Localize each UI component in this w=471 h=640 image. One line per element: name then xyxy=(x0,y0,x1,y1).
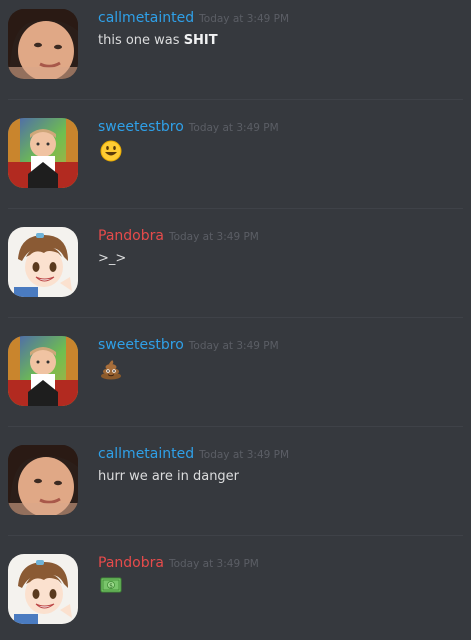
message: Pandobra Today at 3:49 PM >_> xyxy=(0,218,471,327)
dollar-bill-emoji: $ xyxy=(100,576,122,598)
message: sweetestbro Today at 3:49 PM xyxy=(0,327,471,436)
message: callmetainted Today at 3:49 PM hurr we ar… xyxy=(0,436,471,545)
bold-text: SHIT xyxy=(183,33,218,48)
user-avatar[interactable] xyxy=(8,445,78,515)
timestamp: Today at 3:49 PM xyxy=(188,122,279,134)
message-divider xyxy=(8,99,463,100)
message: callmetainted Today at 3:49 PM this one w… xyxy=(0,0,471,109)
message-divider xyxy=(8,317,463,318)
user-avatar[interactable] xyxy=(8,336,78,406)
message-text: hurr we are in danger xyxy=(98,469,240,484)
user-avatar[interactable] xyxy=(8,554,78,624)
user-avatar[interactable] xyxy=(8,9,78,79)
timestamp: Today at 3:49 PM xyxy=(168,558,259,570)
username[interactable]: sweetestbro xyxy=(98,119,184,135)
username[interactable]: Pandobra xyxy=(98,228,164,244)
message-divider xyxy=(8,426,463,427)
message-text: >_> xyxy=(98,251,127,266)
message: sweetestbro Today at 3:49 PM xyxy=(0,109,471,218)
chat-message-list: callmetainted Today at 3:49 PM this one w… xyxy=(0,0,471,640)
smiley-emoji xyxy=(100,140,122,166)
svg-text:$: $ xyxy=(109,583,113,590)
message-divider xyxy=(8,535,463,536)
poop-emoji xyxy=(100,358,122,384)
message: Pandobra Today at 3:49 PM $ xyxy=(0,545,471,640)
message-text: this one was SHIT xyxy=(98,33,218,48)
username[interactable]: sweetestbro xyxy=(98,337,184,353)
timestamp: Today at 3:49 PM xyxy=(168,231,259,243)
user-avatar[interactable] xyxy=(8,118,78,188)
message-divider xyxy=(8,208,463,209)
timestamp: Today at 3:49 PM xyxy=(199,449,290,461)
username[interactable]: Pandobra xyxy=(98,555,164,571)
username[interactable]: callmetainted xyxy=(98,10,194,26)
username[interactable]: callmetainted xyxy=(98,446,194,462)
timestamp: Today at 3:49 PM xyxy=(199,13,290,25)
user-avatar[interactable] xyxy=(8,227,78,297)
timestamp: Today at 3:49 PM xyxy=(188,340,279,352)
